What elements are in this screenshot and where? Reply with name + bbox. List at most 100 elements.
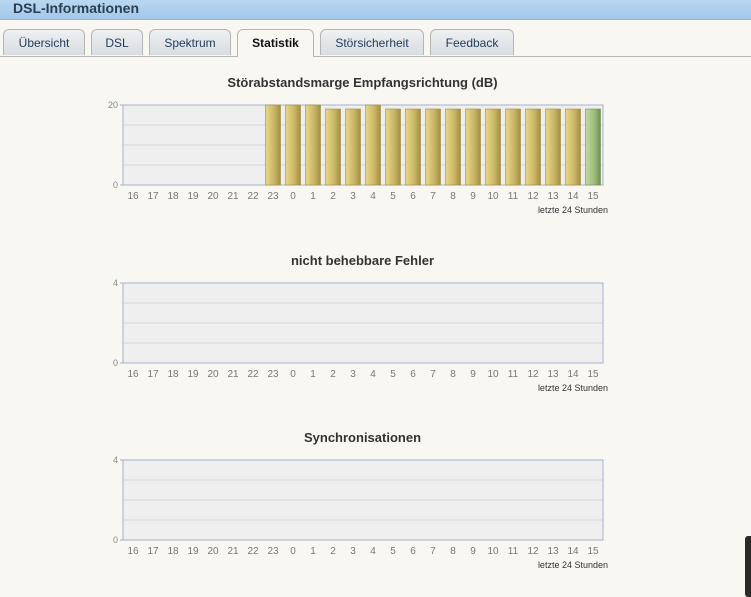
bar xyxy=(465,108,481,186)
x-tick-label: 6 xyxy=(410,546,416,557)
x-tick-label: 11 xyxy=(508,369,519,380)
x-tick-label: 11 xyxy=(508,546,519,557)
side-panel-handle[interactable] xyxy=(745,536,751,597)
x-tick-label: 20 xyxy=(207,191,219,202)
x-tick-label: 15 xyxy=(587,369,599,380)
x-tick-label: 10 xyxy=(487,546,499,557)
x-tick-label: 21 xyxy=(227,369,239,380)
tab-stoersicherheit[interactable]: Störsicherheit xyxy=(320,29,424,55)
x-tick-label: 17 xyxy=(147,191,159,202)
bar xyxy=(445,108,461,186)
tab-feedback[interactable]: Feedback xyxy=(430,29,514,55)
x-tick-label: 18 xyxy=(167,369,179,380)
x-tick-label: 9 xyxy=(470,191,476,202)
x-tick-label: 7 xyxy=(430,191,436,202)
x-tick-label: 13 xyxy=(547,546,559,557)
x-tick-label: 2 xyxy=(330,546,336,557)
x-tick-label: 11 xyxy=(508,191,519,202)
x-tick-label: 2 xyxy=(330,369,336,380)
x-axis-label: letzte 24 Stunden xyxy=(538,383,608,393)
x-tick-label: 8 xyxy=(450,369,456,380)
x-tick-label: 17 xyxy=(147,546,159,557)
y-tick-label: 0 xyxy=(113,180,118,190)
x-tick-label: 12 xyxy=(527,191,539,202)
x-tick-label: 0 xyxy=(290,369,296,380)
x-tick-label: 23 xyxy=(267,191,279,202)
y-tick-label: 4 xyxy=(113,278,118,288)
x-tick-label: 1 xyxy=(310,546,316,557)
bar xyxy=(265,104,281,186)
x-tick-label: 16 xyxy=(127,546,139,557)
tab-divider xyxy=(0,56,751,57)
tab-bar: Übersicht DSL Spektrum Statistik Störsic… xyxy=(0,29,751,57)
x-tick-label: 16 xyxy=(127,369,139,380)
x-tick-label: 8 xyxy=(450,546,456,557)
x-tick-label: 9 xyxy=(470,369,476,380)
x-tick-label: 0 xyxy=(290,546,296,557)
bar xyxy=(505,108,521,186)
x-tick-label: 22 xyxy=(247,369,259,380)
x-tick-label: 18 xyxy=(167,191,179,202)
bar xyxy=(585,108,601,186)
header-bar: DSL-Informationen xyxy=(0,0,751,20)
x-tick-label: 15 xyxy=(587,191,599,202)
x-tick-label: 5 xyxy=(390,369,396,380)
x-tick-label: 10 xyxy=(487,191,499,202)
tab-uebersicht[interactable]: Übersicht xyxy=(3,29,85,55)
x-tick-label: 1 xyxy=(310,369,316,380)
x-tick-label: 19 xyxy=(187,369,199,380)
x-tick-label: 12 xyxy=(527,546,539,557)
x-tick-label: 23 xyxy=(267,546,279,557)
x-tick-label: 3 xyxy=(350,191,356,202)
bar xyxy=(285,104,301,186)
y-tick-label: 0 xyxy=(113,358,118,368)
bar xyxy=(305,104,321,186)
x-tick-label: 13 xyxy=(547,369,559,380)
x-tick-label: 23 xyxy=(267,369,279,380)
x-tick-label: 9 xyxy=(470,546,476,557)
x-tick-label: 17 xyxy=(147,369,159,380)
x-tick-label: 22 xyxy=(247,191,259,202)
x-tick-label: 14 xyxy=(567,546,579,557)
x-tick-label: 22 xyxy=(247,546,259,557)
x-tick-label: 18 xyxy=(167,546,179,557)
x-tick-label: 13 xyxy=(547,191,559,202)
x-tick-label: 7 xyxy=(430,369,436,380)
chart-title-sync: Synchronisationen xyxy=(303,430,422,445)
bar xyxy=(565,108,581,186)
x-tick-label: 4 xyxy=(370,546,376,557)
x-tick-label: 15 xyxy=(587,546,599,557)
x-tick-label: 6 xyxy=(410,191,416,202)
chart-title-snr: Störabstandsmarge Empfangsrichtung (dB) xyxy=(227,75,498,90)
bar xyxy=(365,104,381,186)
bar xyxy=(545,108,561,186)
tab-dsl[interactable]: DSL xyxy=(91,29,143,55)
x-tick-label: 0 xyxy=(290,191,296,202)
bar xyxy=(525,108,541,186)
x-axis-label: letzte 24 Stunden xyxy=(538,560,608,570)
bar xyxy=(385,108,401,186)
tab-statistik[interactable]: Statistik xyxy=(237,29,314,57)
x-tick-label: 4 xyxy=(370,191,376,202)
x-tick-label: 5 xyxy=(390,191,396,202)
bar xyxy=(425,108,441,186)
x-tick-label: 2 xyxy=(330,191,336,202)
x-tick-label: 7 xyxy=(430,546,436,557)
x-tick-label: 20 xyxy=(207,546,219,557)
x-tick-label: 6 xyxy=(410,369,416,380)
x-tick-label: 21 xyxy=(227,191,239,202)
x-tick-label: 1 xyxy=(310,191,316,202)
y-tick-label: 4 xyxy=(113,455,118,465)
y-tick-label: 0 xyxy=(113,535,118,545)
x-tick-label: 19 xyxy=(187,546,199,557)
x-tick-label: 14 xyxy=(567,191,579,202)
chart-synchronisations: 4016 17 18 19 20 21 22 23 0 1 2 3 4 5 6 7 8 9 10 11 12 13 14 15… xyxy=(113,455,608,570)
x-tick-label: 21 xyxy=(227,546,239,557)
x-tick-label: 5 xyxy=(390,546,396,557)
x-tick-label: 10 xyxy=(487,369,499,380)
bar xyxy=(345,108,361,186)
tab-spektrum[interactable]: Spektrum xyxy=(149,29,231,55)
x-tick-label: 3 xyxy=(350,546,356,557)
x-tick-label: 3 xyxy=(350,369,356,380)
y-tick-label: 20 xyxy=(108,100,118,110)
